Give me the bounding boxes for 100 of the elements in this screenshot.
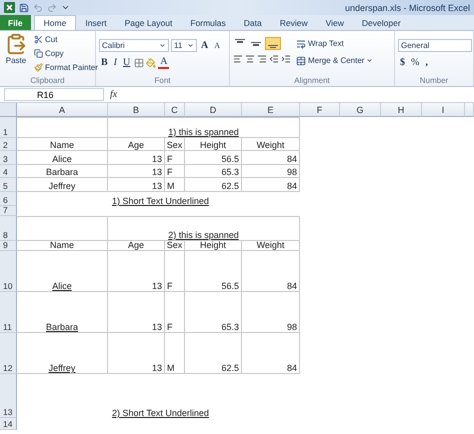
ribbon-tab[interactable]: Review [270, 15, 317, 30]
table-cell: F [165, 292, 185, 333]
increase-indent-icon[interactable] [281, 54, 291, 64]
table-cell: 56.5 [185, 251, 242, 292]
row-number[interactable]: 9 [0, 241, 17, 251]
column-header[interactable]: I [422, 103, 465, 117]
currency-button[interactable]: $ [398, 56, 407, 69]
app-logo-icon[interactable] [4, 2, 15, 13]
table-cell: 65.3 [185, 292, 242, 333]
note-text: 1) Short Text Underlined [112, 196, 209, 206]
align-left-icon[interactable] [233, 54, 243, 64]
file-tab[interactable]: File [0, 15, 31, 30]
wrap-text-button[interactable]: Wrap Text [294, 37, 376, 50]
font-color-button[interactable]: A [158, 56, 170, 69]
table-cell: 62.5 [185, 178, 242, 192]
paste-button[interactable]: Paste [3, 33, 29, 76]
table-cell: Height [185, 138, 242, 151]
row-number[interactable]: 5 [0, 178, 17, 192]
vertical-align-icon [251, 39, 261, 48]
row-number[interactable]: 8 [0, 216, 17, 241]
font-family-field[interactable]: Calibri [99, 39, 169, 52]
table-cell: Age [108, 241, 165, 251]
row-number[interactable]: 10 [0, 251, 17, 292]
ribbon-tab[interactable]: Developer [352, 15, 410, 30]
row-number[interactable]: 3 [0, 151, 17, 165]
table-cell: Jeffrey [17, 178, 108, 192]
table-cell: 84 [242, 178, 300, 192]
underline-button[interactable]: U [121, 56, 132, 69]
copy-icon [34, 49, 43, 58]
column-header[interactable]: F [300, 103, 340, 117]
align-center-icon[interactable] [245, 54, 255, 64]
row-number[interactable]: 6 [0, 192, 17, 206]
table-cell: F [165, 151, 185, 165]
bold-button[interactable]: B [99, 56, 110, 69]
merge-icon [296, 56, 306, 66]
percent-button[interactable]: % [409, 56, 422, 69]
fill-color-icon[interactable] [146, 58, 156, 68]
table-cell: 13 [108, 251, 165, 292]
number-format-field[interactable]: General [398, 39, 472, 52]
table-cell: 65.3 [185, 165, 242, 178]
table-cell: Weight [242, 241, 300, 251]
wrap-text-icon [296, 38, 306, 48]
column-header[interactable]: D [185, 103, 242, 117]
merge-center-button[interactable]: Merge & Center [294, 54, 376, 67]
vertical-align-button[interactable] [265, 37, 281, 50]
column-header[interactable]: B [108, 103, 165, 117]
row-number[interactable]: 7 [0, 206, 17, 216]
column-header[interactable]: G [340, 103, 381, 117]
insert-function-button[interactable]: fx [110, 89, 118, 100]
ribbon-tab[interactable]: Formulas [181, 15, 235, 30]
shrink-font-button[interactable]: A [212, 39, 222, 52]
dropdown-icon [187, 42, 194, 49]
table-cell: Name [17, 138, 108, 151]
name-box[interactable]: R16 [4, 88, 104, 101]
ribbon-tab[interactable]: Home [34, 15, 76, 30]
table-cell: 13 [108, 151, 165, 165]
format-painter-button[interactable]: Format Painter [32, 61, 100, 74]
ribbon-tab[interactable]: Data [234, 15, 271, 30]
row-number[interactable]: 2 [0, 138, 17, 151]
table-cell: 13 [108, 333, 165, 374]
table-cell: Sex [165, 138, 185, 151]
row-number[interactable]: 4 [0, 165, 17, 178]
group-label: Alignment [293, 76, 331, 86]
ribbon-tab[interactable]: Insert [76, 15, 116, 30]
window-title: underspan.xls - Microsoft Excel [344, 2, 470, 12]
table-cell: Weight [242, 138, 300, 151]
grow-font-button[interactable]: A [199, 39, 210, 52]
borders-icon[interactable] [134, 58, 144, 68]
font-size-field[interactable]: 11 [171, 39, 197, 52]
save-icon[interactable] [19, 2, 29, 12]
table-cell: 13 [108, 165, 165, 178]
table-cell: 84 [242, 151, 300, 165]
dropdown-icon [159, 42, 166, 49]
row-number[interactable]: 12 [0, 333, 17, 374]
row-number[interactable]: 14 [0, 418, 17, 430]
table-cell: Alice [17, 251, 108, 292]
row-number[interactable]: 13 [0, 374, 17, 418]
comma-button[interactable]: , [423, 56, 430, 69]
ribbon-tab[interactable]: Page Layout [116, 15, 182, 30]
table-cell: Age [108, 138, 165, 151]
group-label: Number [418, 76, 450, 86]
column-header[interactable]: C [165, 103, 185, 117]
column-header[interactable]: A [17, 103, 108, 117]
copy-button[interactable]: Copy [32, 47, 100, 60]
table-cell: 13 [108, 178, 165, 192]
column-header[interactable]: H [381, 103, 422, 117]
table-cell: Name [17, 241, 108, 251]
column-header[interactable]: E [242, 103, 300, 117]
table-cell: 62.5 [185, 333, 242, 374]
row-number[interactable]: 1 [0, 117, 17, 138]
table-cell: 56.5 [185, 151, 242, 165]
decrease-indent-icon[interactable] [269, 54, 279, 64]
cut-button[interactable]: Cut [32, 33, 100, 46]
italic-button[interactable]: I [112, 56, 120, 69]
align-right-icon[interactable] [257, 54, 267, 64]
ribbon-tab[interactable]: View [316, 15, 353, 30]
group-label: Font [153, 76, 172, 86]
dropdown-icon [366, 57, 374, 64]
row-number[interactable]: 11 [0, 292, 17, 333]
customize-icon[interactable] [61, 3, 70, 12]
